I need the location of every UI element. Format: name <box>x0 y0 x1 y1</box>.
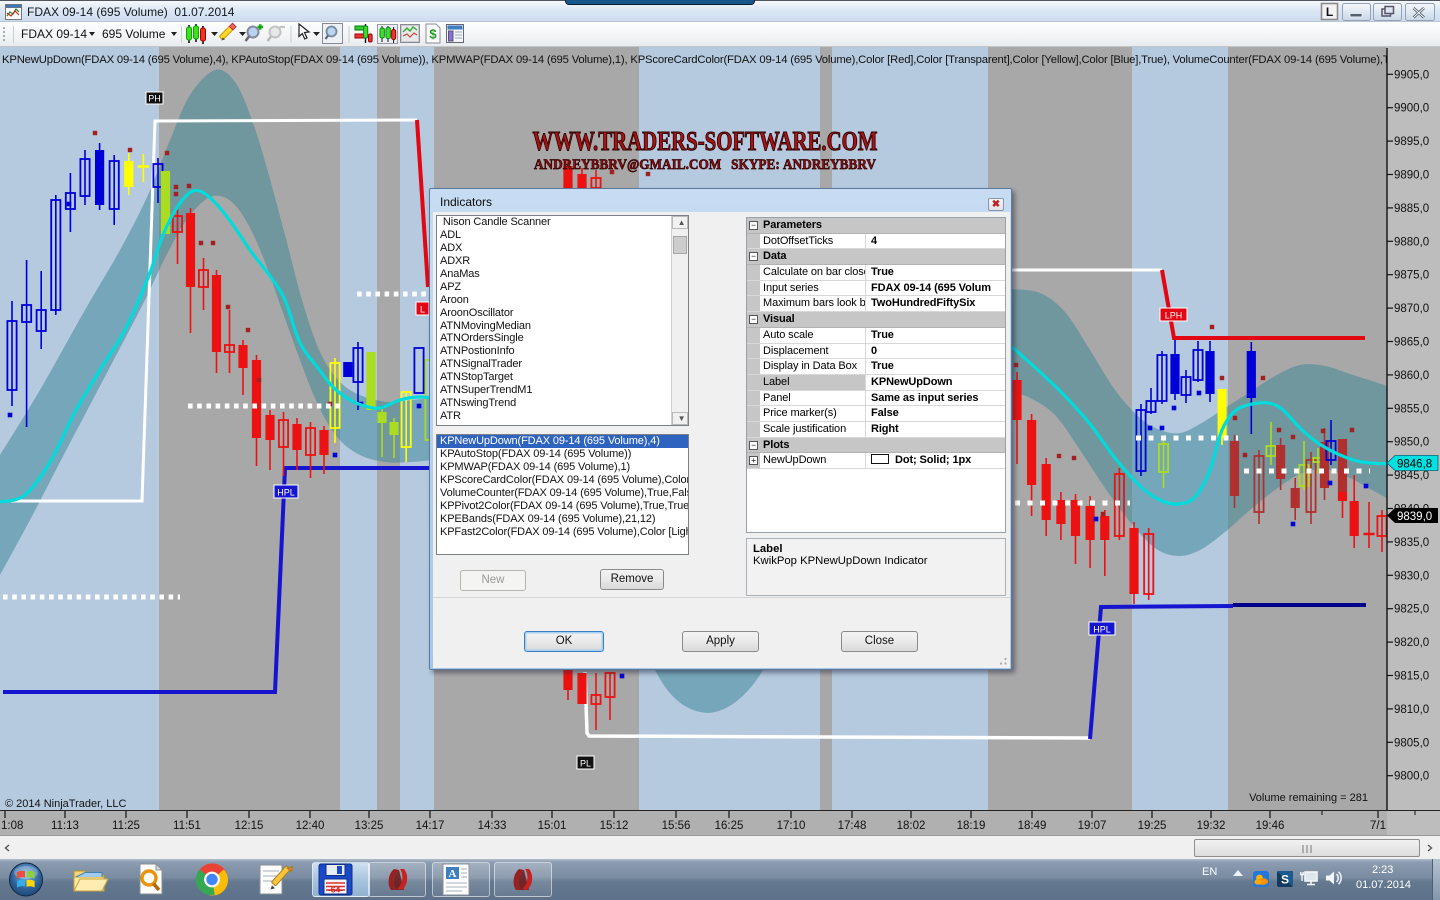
svg-text:9850,0: 9850,0 <box>1394 437 1429 449</box>
svg-text:11:25: 11:25 <box>112 820 140 832</box>
svg-text:9905,0: 9905,0 <box>1394 69 1429 81</box>
svg-text:© 2014 NinjaTrader, LLC: © 2014 NinjaTrader, LLC <box>5 798 126 810</box>
svg-text:9870,0: 9870,0 <box>1394 303 1429 315</box>
svg-text:L: L <box>1326 5 1333 19</box>
svg-text:WWW.TRADERS-SOFTWARE.COM: WWW.TRADERS-SOFTWARE.COM <box>533 126 878 156</box>
svg-text:15:01: 15:01 <box>538 820 567 832</box>
svg-text:$: $ <box>429 27 437 42</box>
svg-text:HPL: HPL <box>1093 625 1111 635</box>
svg-text:9800,0: 9800,0 <box>1394 771 1429 783</box>
svg-text:7/1: 7/1 <box>1370 820 1386 832</box>
svg-text:9815,0: 9815,0 <box>1394 671 1429 683</box>
svg-text:-64-: -64- <box>328 885 343 895</box>
svg-text:18:49: 18:49 <box>1018 820 1047 832</box>
svg-text:9825,0: 9825,0 <box>1394 604 1429 616</box>
svg-text:9835,0: 9835,0 <box>1394 537 1429 549</box>
svg-text:9839,0: 9839,0 <box>1397 511 1432 523</box>
svg-text:19:07: 19:07 <box>1078 820 1107 832</box>
svg-text:19:25: 19:25 <box>1138 820 1167 832</box>
svg-text:12:15: 12:15 <box>235 820 264 832</box>
svg-text:KPNewUpDown(FDAX 09-14 (695: KPNewUpDown(FDAX 09-14 (695 Volume),4), … <box>2 54 1440 66</box>
svg-text:9880,0: 9880,0 <box>1394 236 1429 248</box>
svg-text:19:46: 19:46 <box>1256 820 1285 832</box>
svg-text:19:32: 19:32 <box>1197 820 1226 832</box>
svg-text:16:25: 16:25 <box>715 820 744 832</box>
svg-text:9865,0: 9865,0 <box>1394 337 1429 349</box>
svg-text:18:19: 18:19 <box>957 820 986 832</box>
svg-text:1:08: 1:08 <box>1 820 23 832</box>
svg-text:Volume remaining = 281: Volume remaining = 281 <box>1249 792 1368 804</box>
svg-text:9805,0: 9805,0 <box>1394 737 1429 749</box>
svg-text:9900,0: 9900,0 <box>1394 103 1429 115</box>
svg-text:9810,0: 9810,0 <box>1394 704 1429 716</box>
svg-text:9895,0: 9895,0 <box>1394 136 1429 148</box>
svg-text:17:48: 17:48 <box>838 820 867 832</box>
svg-text:PL: PL <box>580 759 591 769</box>
svg-text:13:25: 13:25 <box>355 820 384 832</box>
svg-text:18:02: 18:02 <box>897 820 926 832</box>
svg-text:9846,8: 9846,8 <box>1397 459 1432 471</box>
svg-text:15:12: 15:12 <box>600 820 629 832</box>
svg-text:9860,0: 9860,0 <box>1394 370 1429 382</box>
svg-text:11:13: 11:13 <box>51 820 79 832</box>
svg-text:12:40: 12:40 <box>296 820 325 832</box>
svg-text:ANDREYBBRV@GMAIL.COM SKYPE:: ANDREYBBRV@GMAIL.COM SKYPE: ANDREYBBRV <box>534 157 876 173</box>
svg-text:LPH: LPH <box>1165 311 1183 321</box>
svg-text:17:10: 17:10 <box>777 820 806 832</box>
svg-text:PH: PH <box>148 94 161 104</box>
svg-text:9845,0: 9845,0 <box>1394 470 1429 482</box>
svg-text:9830,0: 9830,0 <box>1394 570 1429 582</box>
svg-text:S: S <box>1281 873 1289 887</box>
svg-text:14:17: 14:17 <box>416 820 445 832</box>
svg-text:L: L <box>420 305 425 315</box>
svg-text:9885,0: 9885,0 <box>1394 203 1429 215</box>
svg-text:11:51: 11:51 <box>173 820 201 832</box>
svg-text:HPL: HPL <box>277 488 295 498</box>
svg-text:9890,0: 9890,0 <box>1394 170 1429 182</box>
svg-text:9820,0: 9820,0 <box>1394 637 1429 649</box>
svg-text:14:33: 14:33 <box>478 820 507 832</box>
svg-text:15:56: 15:56 <box>662 820 691 832</box>
svg-text:9855,0: 9855,0 <box>1394 403 1429 415</box>
svg-text:A: A <box>449 868 457 880</box>
svg-text:9875,0: 9875,0 <box>1394 270 1429 282</box>
